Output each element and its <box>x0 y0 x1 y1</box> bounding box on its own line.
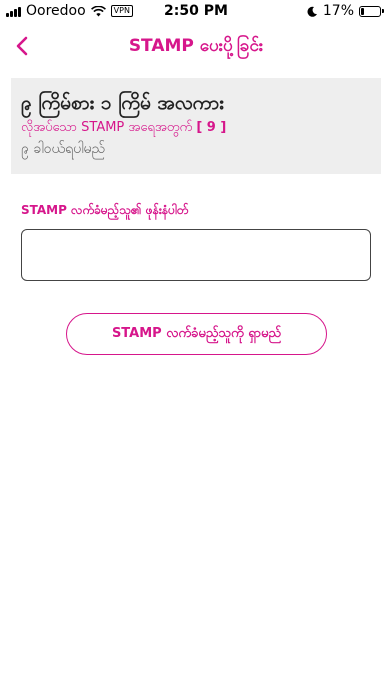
phone-number-input[interactable] <box>21 229 371 281</box>
required-stamp-line: လိုအပ်သော STAMP အရေအတွက် [ 9 ] <box>21 118 371 138</box>
battery-fill <box>361 7 364 15</box>
offer-subtitle: ၉ ခါဝယ်ရပါမည် <box>21 141 106 157</box>
search-recipient-button[interactable]: STAMP လက်ခံမည့်သူကို ရှာမည် <box>66 313 327 355</box>
stamp-info-card: ၉ ကြိမ်စား ၁ ကြိမ် အလကား လိုအပ်သော STAMP… <box>11 78 381 174</box>
page-title: STAMP ပေးပို့ခြင်း <box>128 36 264 56</box>
navigation-bar: STAMP ပေးပို့ခြင်း <box>0 24 392 68</box>
status-bar: Ooredoo VPN 2:50 PM 17% <box>0 0 392 24</box>
phone-field-label: STAMP လက်ခံမည့်သူ၏ ဖုန်းနံပါတ် <box>21 203 189 217</box>
moon-icon <box>307 6 317 17</box>
required-stamp-label: လိုအပ်သော STAMP အရေအတွက် <box>21 120 193 135</box>
offer-title: ၉ ကြိမ်စား ၁ ကြိမ် အလကား <box>21 92 224 114</box>
battery-percent: 17% <box>322 3 354 19</box>
status-right: 17% <box>307 3 384 19</box>
battery-tip <box>382 9 384 13</box>
required-stamp-count: [ 9 ] <box>196 120 227 135</box>
battery-icon <box>359 5 381 17</box>
